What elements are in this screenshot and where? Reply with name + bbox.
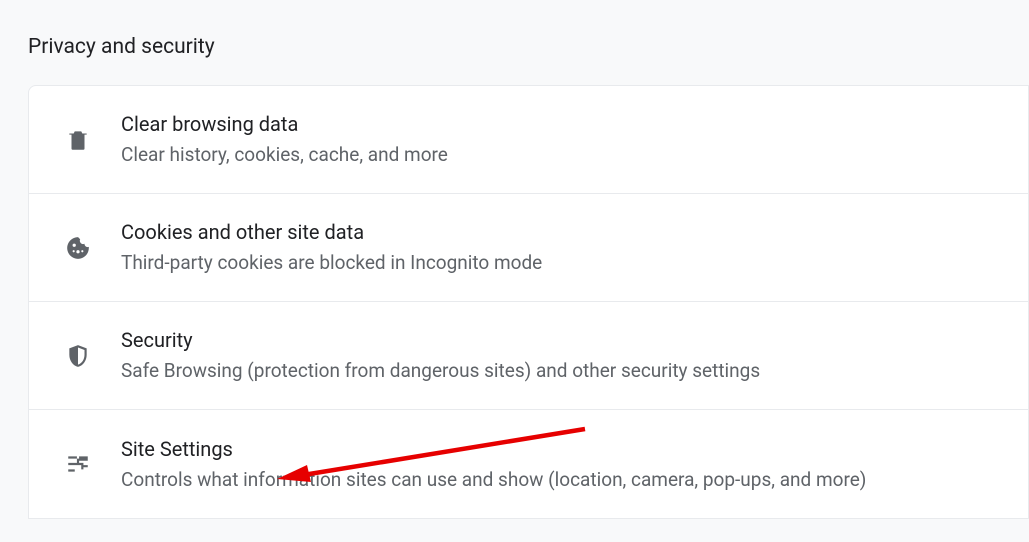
page-title: Privacy and security xyxy=(0,0,1029,85)
tune-icon xyxy=(65,451,91,477)
cookie-icon xyxy=(65,235,91,261)
row-subtitle: Third-party cookies are blocked in Incog… xyxy=(121,251,542,276)
row-text: Security Safe Browsing (protection from … xyxy=(121,327,760,384)
row-cookies[interactable]: Cookies and other site data Third-party … xyxy=(29,194,1028,302)
row-clear-browsing-data[interactable]: Clear browsing data Clear history, cooki… xyxy=(29,86,1028,194)
row-site-settings[interactable]: Site Settings Controls what information … xyxy=(29,410,1028,518)
trash-icon xyxy=(65,127,91,153)
row-text: Site Settings Controls what information … xyxy=(121,436,866,493)
row-title: Clear browsing data xyxy=(121,111,448,137)
row-security[interactable]: Security Safe Browsing (protection from … xyxy=(29,302,1028,410)
row-title: Cookies and other site data xyxy=(121,219,542,245)
row-text: Clear browsing data Clear history, cooki… xyxy=(121,111,448,168)
shield-icon xyxy=(65,343,91,369)
row-subtitle: Safe Browsing (protection from dangerous… xyxy=(121,359,760,384)
settings-card: Clear browsing data Clear history, cooki… xyxy=(28,85,1029,519)
row-subtitle: Clear history, cookies, cache, and more xyxy=(121,143,448,168)
row-subtitle: Controls what information sites can use … xyxy=(121,468,866,493)
row-title: Security xyxy=(121,327,760,353)
row-text: Cookies and other site data Third-party … xyxy=(121,219,542,276)
row-title: Site Settings xyxy=(121,436,866,462)
